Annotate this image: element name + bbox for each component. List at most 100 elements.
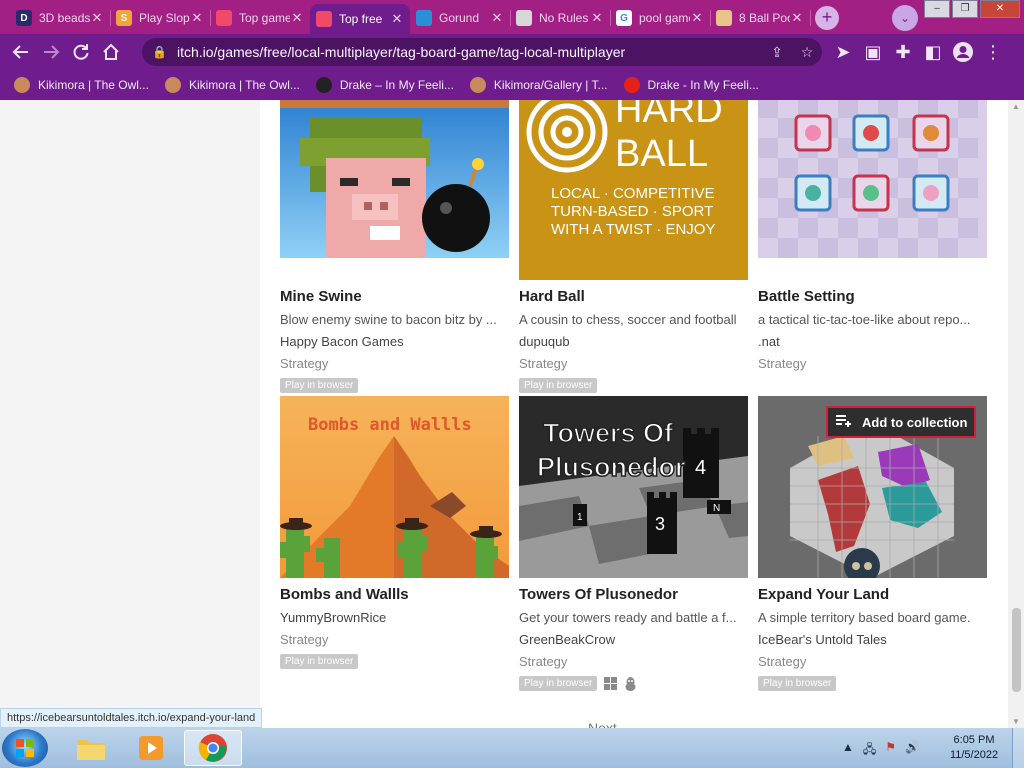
tab-title: No Rules — [539, 11, 589, 25]
back-icon[interactable] — [6, 37, 36, 67]
chrome-taskbar-icon[interactable] — [184, 730, 242, 766]
game-title[interactable]: Towers Of Plusonedor — [519, 586, 748, 603]
address-url[interactable]: itch.io/games/free/local-multiplayer/tag… — [177, 44, 762, 60]
browser-tab[interactable]: S Play Slope✕ — [110, 4, 211, 32]
tab-close-icon[interactable]: ✕ — [490, 10, 504, 26]
side-panel-icon[interactable]: ◧ — [918, 37, 948, 67]
bookmarks-bar: Kikimora | The Owl... Kikimora | The Owl.… — [0, 70, 1024, 100]
tab-close-icon[interactable]: ✕ — [590, 10, 604, 26]
cover-title-line-2: Plusonedor — [537, 452, 686, 482]
lock-icon[interactable]: 🔒 — [152, 45, 167, 59]
tab-title: Top games — [239, 11, 290, 25]
tab-close-icon[interactable]: ✕ — [90, 10, 104, 26]
tower-number: 4 — [695, 457, 706, 479]
game-card[interactable]: Expand Your Land A simple territory base… — [758, 396, 987, 691]
bookmark-favicon-icon — [469, 77, 486, 93]
bookmark-item[interactable]: Kikimora | The Owl... — [14, 77, 149, 93]
game-cover-mine-swine[interactable] — [280, 100, 509, 280]
window-controls: – ❐ ✕ — [922, 0, 1020, 18]
extensions-puzzle-icon[interactable]: ✚ — [888, 37, 918, 67]
profile-avatar-icon[interactable] — [948, 37, 978, 67]
tab-close-icon[interactable]: ✕ — [190, 10, 204, 26]
game-card[interactable]: HARD BALL LOCAL · COMPETITIVE TURN-BASED… — [519, 100, 748, 393]
tab-title: 3D beads — [39, 11, 90, 25]
tab-close-icon[interactable]: ✕ — [290, 10, 304, 26]
action-center-icon[interactable]: ⚑ — [885, 740, 896, 761]
filter-sidebar — [0, 100, 260, 728]
tab-close-icon[interactable]: ✕ — [390, 11, 404, 27]
game-author[interactable]: .nat — [758, 334, 987, 349]
home-icon[interactable] — [96, 37, 126, 67]
browser-tab[interactable]: D 3D beads ✕ — [10, 4, 111, 32]
game-title[interactable]: Battle Setting — [758, 288, 987, 305]
game-cover-bombs-and-wallls[interactable]: Bombs and Wallls — [280, 396, 509, 578]
game-title[interactable]: Expand Your Land — [758, 586, 987, 603]
minimize-button[interactable]: – — [924, 0, 950, 18]
game-title[interactable]: Mine Swine — [280, 288, 509, 305]
tab-close-icon[interactable]: ✕ — [790, 10, 804, 26]
tab-close-icon[interactable]: ✕ — [690, 10, 704, 26]
taskbar-clock[interactable]: 6:05 PM 11/5/2022 — [942, 733, 1006, 763]
bookmark-label: Kikimora/Gallery | T... — [493, 78, 608, 92]
next-page-link[interactable]: Next — [588, 720, 617, 728]
bookmark-item[interactable]: Kikimora/Gallery | T... — [469, 77, 608, 93]
game-author[interactable]: IceBear's Untold Tales — [758, 632, 987, 647]
address-bar[interactable]: 🔒 itch.io/games/free/local-multiplayer/t… — [142, 38, 822, 66]
game-cover-towers-of-plusonedor[interactable]: 4 3 1 N Towers Of Plusonedor — [519, 396, 748, 578]
tab-favicon-icon — [416, 10, 432, 26]
game-genre: Strategy — [758, 356, 807, 371]
add-to-collection-button[interactable]: Add to collection — [826, 406, 976, 438]
network-icon[interactable]: 🖧 — [863, 740, 876, 761]
maximize-button[interactable]: ❐ — [952, 0, 978, 18]
game-cover-battle-setting[interactable] — [758, 100, 987, 280]
new-tab-button[interactable]: + — [815, 6, 839, 30]
windows-start-button[interactable] — [2, 729, 48, 767]
tab-search-button[interactable]: ⌄ — [892, 5, 918, 31]
show-desktop-button[interactable] — [1012, 728, 1024, 768]
browser-tab[interactable]: Top free ✕ — [310, 4, 410, 34]
game-card[interactable]: Mine Swine Blow enemy swine to bacon bit… — [280, 100, 509, 393]
extension-icon[interactable]: ▣ — [858, 37, 888, 67]
bookmark-star-icon[interactable]: ☆ — [792, 44, 822, 61]
file-explorer-taskbar-icon[interactable] — [62, 730, 120, 766]
bookmark-item[interactable]: Drake – In My Feeli... — [315, 77, 454, 93]
game-cover-hard-ball[interactable]: HARD BALL LOCAL · COMPETITIVE TURN-BASED… — [519, 100, 748, 280]
game-genre: Strategy — [280, 632, 329, 647]
game-card[interactable]: 4 3 1 N Towers Of Plusonedor Towers Of P… — [519, 396, 748, 691]
page-scrollbar[interactable]: ▲ ▼ — [1008, 100, 1024, 728]
page-viewport: Mine Swine Blow enemy swine to bacon bit… — [0, 100, 1024, 728]
game-author[interactable]: Happy Bacon Games — [280, 334, 509, 349]
game-card[interactable]: Bombs and Wallls Bombs and Wallls YummyB — [280, 396, 509, 669]
game-card[interactable]: Battle Setting a tactical tic-tac-toe-li… — [758, 100, 987, 371]
browser-tab[interactable]: Top games✕ — [210, 4, 310, 32]
menu-kebab-icon[interactable]: ⋮ — [978, 37, 1008, 67]
share-icon[interactable]: ⇪ — [762, 44, 792, 61]
tray-arrow-icon[interactable]: ▲ — [842, 740, 854, 761]
browser-tab[interactable]: Gorund ✕ — [410, 4, 511, 32]
tower-number: 1 — [577, 512, 583, 523]
media-player-taskbar-icon[interactable] — [122, 730, 180, 766]
browser-tab[interactable]: 8 Ball Pool✕ — [710, 4, 811, 32]
close-window-button[interactable]: ✕ — [980, 0, 1020, 18]
game-author[interactable]: YummyBrownRice — [280, 610, 509, 625]
clock-date: 11/5/2022 — [949, 749, 999, 761]
game-title[interactable]: Hard Ball — [519, 288, 748, 305]
game-author[interactable]: GreenBeakCrow — [519, 632, 748, 647]
play-in-browser-badge: Play in browser — [758, 676, 837, 691]
forward-icon[interactable] — [36, 37, 66, 67]
bookmark-item[interactable]: Drake - In My Feeli... — [623, 77, 759, 93]
cursor-extension-icon[interactable]: ➤ — [828, 37, 858, 67]
game-author[interactable]: dupuqub — [519, 334, 748, 349]
scroll-up-arrow[interactable]: ▲ — [1008, 102, 1024, 111]
scroll-down-arrow[interactable]: ▼ — [1008, 717, 1024, 726]
bookmark-item[interactable]: Kikimora | The Owl... — [164, 77, 300, 93]
browser-tab[interactable]: Gpool game ✕ — [610, 4, 711, 32]
scrollbar-thumb[interactable] — [1012, 608, 1021, 692]
tab-favicon-icon — [716, 10, 732, 26]
browser-tab[interactable]: No Rules ✕ — [510, 4, 611, 32]
game-title[interactable]: Bombs and Wallls — [280, 586, 509, 603]
volume-icon[interactable]: 🔊 — [905, 740, 920, 761]
game-description: Blow enemy swine to bacon bitz by ... — [280, 312, 497, 327]
game-description: A simple territory based board game. — [758, 610, 971, 625]
reload-icon[interactable] — [66, 37, 96, 67]
